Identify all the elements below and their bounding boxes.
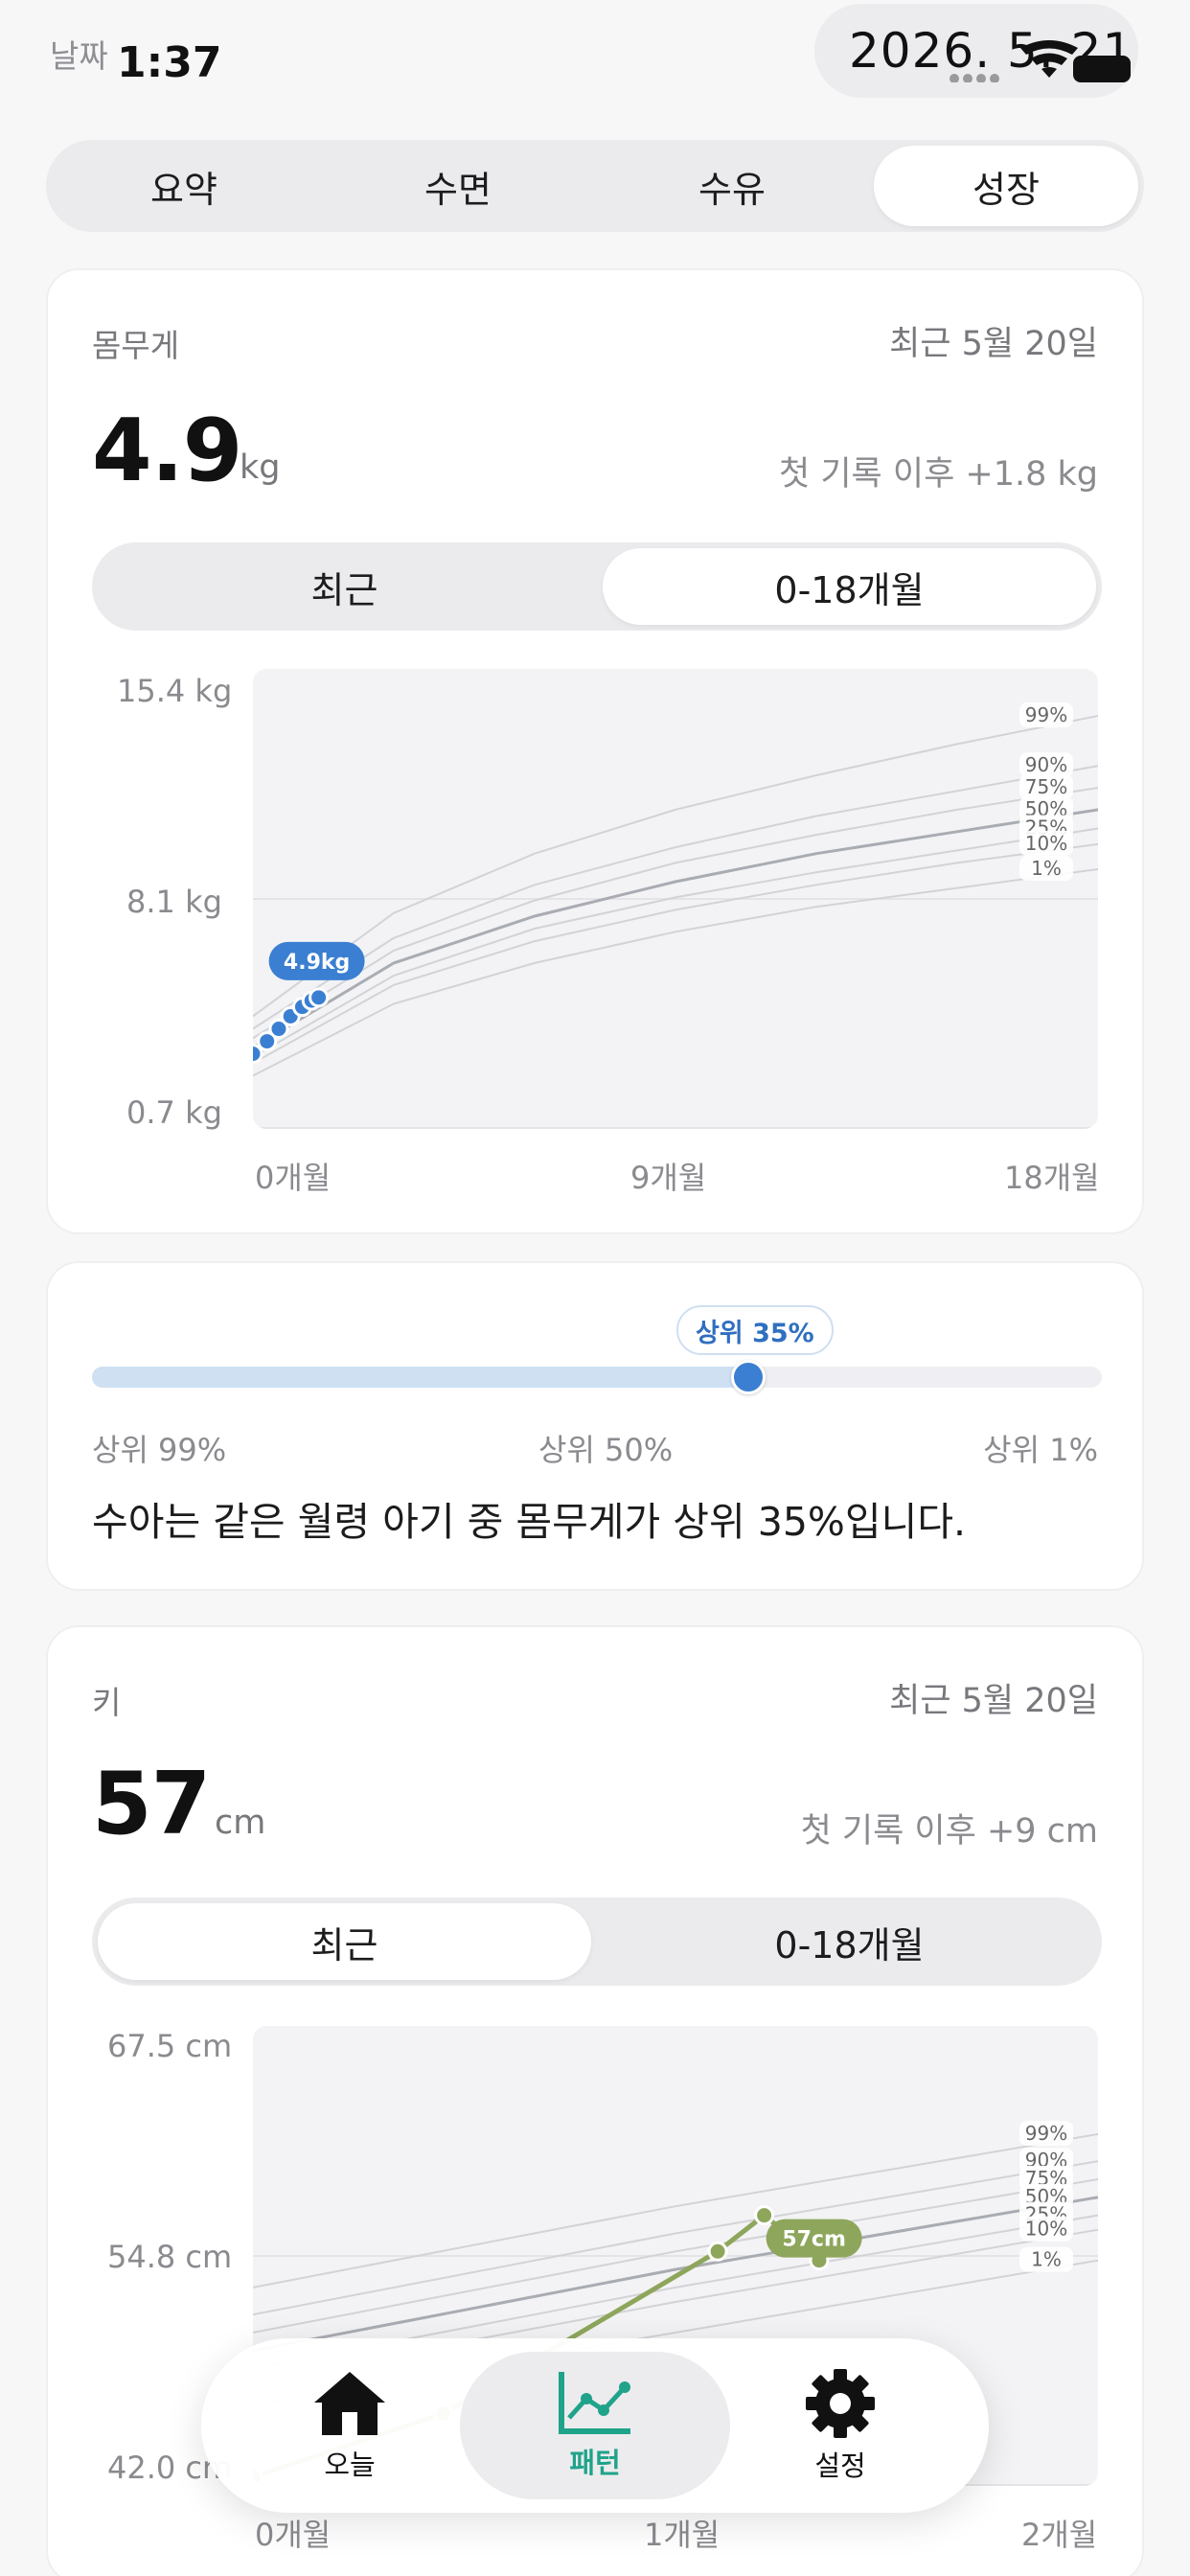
percentile-left-label: 상위 99% bbox=[92, 1432, 227, 1468]
height-delta: 첫 기록 이후 +9 cm bbox=[800, 1812, 1098, 1851]
height-label: 키 bbox=[92, 1684, 122, 1721]
battery-icon bbox=[1073, 56, 1131, 82]
percentile-label-99: 99% bbox=[1019, 702, 1073, 727]
svg-text:1%: 1% bbox=[1031, 2248, 1062, 2271]
percentile-curve-99 bbox=[253, 2132, 1098, 2288]
weight-y-tick-mid: 8.1 kg bbox=[126, 884, 222, 920]
svg-text:99%: 99% bbox=[1025, 703, 1067, 726]
weight-x-tick-mid: 9개월 bbox=[630, 1160, 707, 1196]
percentile-card: 상위 35% 상위 99% 상위 50% 상위 1% 수아는 같은 월령 아기 … bbox=[46, 1261, 1144, 1591]
weight-card: 몸무게 최근 5월 20일 4.9 kg 첫 기록 이후 +1.8 kg 최근 … bbox=[46, 268, 1144, 1234]
nav-settings[interactable]: 설정 bbox=[705, 2352, 975, 2499]
percentile-label-1: 1% bbox=[1019, 855, 1073, 881]
measurement-point bbox=[707, 2241, 728, 2262]
weight-y-tick-bottom: 0.7 kg bbox=[126, 1094, 222, 1131]
tab-feeding[interactable]: 수유 bbox=[600, 146, 864, 226]
status-time: 1:37 bbox=[117, 38, 222, 87]
svg-text:10%: 10% bbox=[1025, 832, 1067, 855]
weight-range-recent[interactable]: 최근 bbox=[98, 548, 591, 625]
weight-label: 몸무게 bbox=[92, 327, 180, 364]
svg-text:75%: 75% bbox=[1025, 775, 1067, 798]
height-range-0-18[interactable]: 0-18개월 bbox=[603, 1903, 1096, 1980]
height-y-tick-top: 67.5 cm bbox=[107, 2028, 233, 2064]
height-range-toggle: 최근 0-18개월 bbox=[92, 1898, 1102, 1986]
measurement-label: 4.9kg bbox=[268, 941, 365, 980]
svg-text:90%: 90% bbox=[1025, 753, 1067, 776]
percentile-label-90: 90% bbox=[1019, 752, 1073, 778]
percentile-curve-75 bbox=[253, 787, 1098, 1040]
height-y-tick-mid: 54.8 cm bbox=[107, 2239, 233, 2275]
weight-x-tick-end: 18개월 bbox=[1004, 1160, 1100, 1196]
chart-line-icon bbox=[559, 2372, 630, 2434]
measurement-point bbox=[309, 987, 330, 1008]
weight-unit: kg bbox=[240, 448, 281, 487]
tab-summary[interactable]: 요약 bbox=[52, 146, 316, 226]
wifi-icon bbox=[1020, 40, 1078, 78]
weight-range-toggle: 최근 0-18개월 bbox=[92, 542, 1102, 631]
svg-text:4.9kg: 4.9kg bbox=[284, 951, 350, 975]
height-x-tick-mid: 1개월 bbox=[644, 2517, 721, 2553]
height-value: 57 bbox=[92, 1754, 211, 1854]
height-latest-date: 최근 5월 20일 bbox=[889, 1682, 1098, 1720]
weight-delta: 첫 기록 이후 +1.8 kg bbox=[779, 455, 1098, 494]
percentile-slider bbox=[92, 1360, 1102, 1394]
tab-sleep[interactable]: 수면 bbox=[326, 146, 590, 226]
svg-text:99%: 99% bbox=[1025, 2122, 1067, 2145]
gear-icon bbox=[806, 2369, 875, 2438]
weight-y-tick-top: 15.4 kg bbox=[117, 673, 233, 709]
tab-growth[interactable]: 성장 bbox=[874, 146, 1138, 226]
measurement-label: 57cm bbox=[766, 2219, 862, 2258]
dots-indicator bbox=[950, 74, 999, 82]
nav-pattern-label: 패턴 bbox=[569, 2447, 621, 2479]
percentile-bubble: 상위 35% bbox=[676, 1305, 834, 1355]
height-x-tick-start: 0개월 bbox=[255, 2517, 332, 2553]
svg-text:57cm: 57cm bbox=[782, 2228, 846, 2252]
percentile-thumb bbox=[731, 1360, 766, 1394]
weight-value: 4.9 bbox=[92, 401, 242, 501]
percentile-label-10: 10% bbox=[1019, 830, 1073, 856]
percentile-label-1: 1% bbox=[1019, 2246, 1073, 2272]
svg-text:1%: 1% bbox=[1031, 857, 1062, 880]
house-icon bbox=[314, 2372, 385, 2435]
nav-pattern[interactable]: 패턴 bbox=[460, 2352, 730, 2499]
status-label: 날짜 bbox=[50, 37, 108, 75]
percentile-curve-10 bbox=[253, 842, 1098, 1065]
bottom-nav: 오늘 패턴 설정 bbox=[201, 2338, 989, 2513]
svg-text:10%: 10% bbox=[1025, 2218, 1067, 2241]
height-range-recent[interactable]: 최근 bbox=[98, 1903, 591, 1980]
measurement-point bbox=[754, 2205, 775, 2226]
height-x-tick-end: 2개월 bbox=[1021, 2517, 1098, 2553]
weight-chart-plot: 99% 90% 75% 50% 25% 10% 1% 4.9kg bbox=[253, 669, 1098, 1129]
percentile-fill bbox=[92, 1367, 748, 1388]
status-icons bbox=[950, 40, 1131, 82]
weight-x-tick-start: 0개월 bbox=[255, 1160, 332, 1196]
percentile-mid-label: 상위 50% bbox=[538, 1432, 674, 1468]
percentile-label-99: 99% bbox=[1019, 2120, 1073, 2146]
nav-today-label: 오늘 bbox=[324, 2449, 376, 2481]
percentile-label-75: 75% bbox=[1019, 774, 1073, 800]
nav-settings-label: 설정 bbox=[814, 2450, 866, 2482]
weight-range-0-18[interactable]: 0-18개월 bbox=[603, 548, 1096, 625]
main-tabs: 요약 수면 수유 성장 bbox=[46, 140, 1144, 232]
nav-today[interactable]: 오늘 bbox=[215, 2352, 485, 2499]
percentile-sentence: 수아는 같은 월령 아기 중 몸무게가 상위 35%입니다. bbox=[92, 1499, 967, 1545]
percentile-right-label: 상위 1% bbox=[983, 1432, 1098, 1468]
percentile-label-10: 10% bbox=[1019, 2216, 1073, 2242]
weight-chart: 99%90%75%50%25%10%1%4.9kg bbox=[253, 702, 1098, 1129]
weight-latest-date: 최근 5월 20일 bbox=[889, 325, 1098, 363]
date-pill[interactable]: 2026. 5. 21 bbox=[814, 4, 1138, 98]
height-unit: cm bbox=[215, 1804, 266, 1842]
